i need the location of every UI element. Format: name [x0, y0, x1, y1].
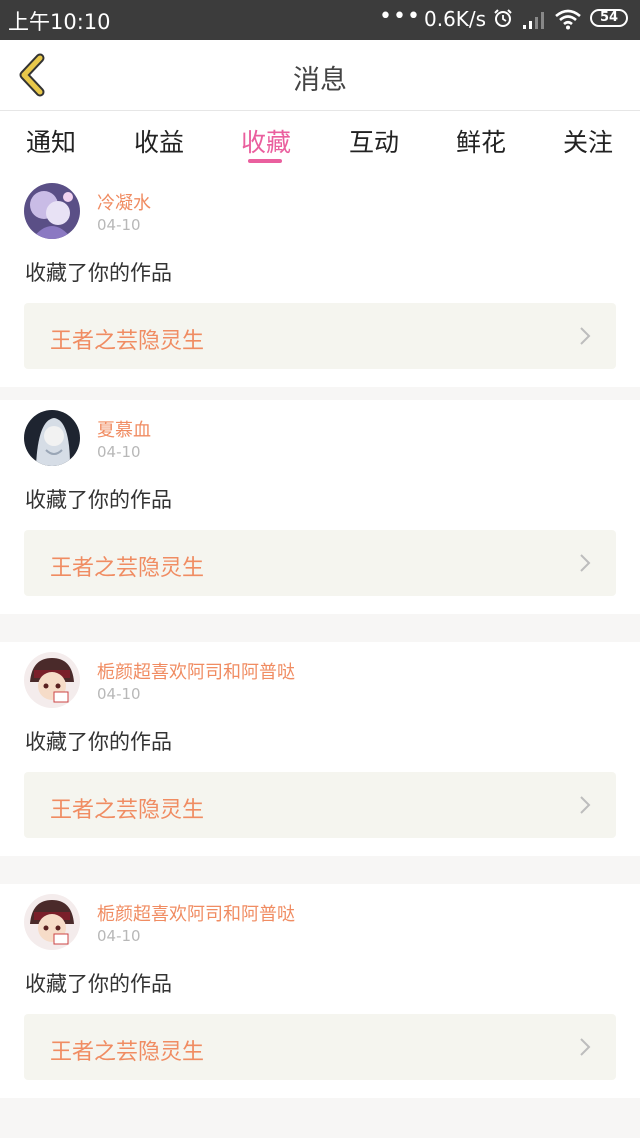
work-link[interactable]: 王者之芸隐灵生: [24, 1014, 616, 1080]
work-title: 王者之芸隐灵生: [50, 329, 205, 354]
username[interactable]: 栀颜超喜欢阿司和阿普哒: [97, 658, 295, 684]
chevron-right-icon: [580, 554, 591, 572]
battery-icon: 54: [590, 9, 628, 27]
header: 消息: [0, 40, 640, 111]
avatar[interactable]: [24, 410, 80, 466]
network-speed: 0.6K/s: [424, 7, 487, 31]
tab-interactions[interactable]: 互动: [334, 123, 414, 159]
message-item: 栀颜超喜欢阿司和阿普哒 04-10 收藏了你的作品 王者之芸隐灵生: [0, 884, 640, 1098]
username[interactable]: 栀颜超喜欢阿司和阿普哒: [97, 900, 295, 926]
work-title: 王者之芸隐灵生: [50, 798, 205, 823]
username[interactable]: 夏慕血: [97, 416, 151, 442]
alarm-icon: [494, 9, 512, 27]
signal-icon: [523, 12, 544, 29]
status-bar: 上午10:10 ••• 0.6K/s 54: [0, 0, 640, 40]
work-link[interactable]: 王者之芸隐灵生: [24, 303, 616, 369]
tab-bar: 通知 收益 收藏 互动 鲜花 关注: [0, 111, 640, 173]
message-item: 栀颜超喜欢阿司和阿普哒 04-10 收藏了你的作品 王者之芸隐灵生: [0, 642, 640, 856]
more-dots-icon: •••: [379, 4, 421, 29]
chevron-right-icon: [580, 327, 591, 345]
message-date: 04-10: [97, 216, 141, 234]
avatar[interactable]: [24, 652, 80, 708]
avatar[interactable]: [24, 894, 80, 950]
active-tab-indicator: [248, 159, 282, 163]
message-item: 夏慕血 04-10 收藏了你的作品 王者之芸隐灵生: [0, 400, 640, 614]
page-title: 消息: [293, 65, 347, 96]
tab-flowers[interactable]: 鲜花: [441, 123, 521, 159]
avatar[interactable]: [24, 183, 80, 239]
work-link[interactable]: 王者之芸隐灵生: [24, 772, 616, 838]
message-text: 收藏了你的作品: [25, 488, 172, 512]
wifi-icon: [555, 9, 581, 30]
work-link[interactable]: 王者之芸隐灵生: [24, 530, 616, 596]
message-text: 收藏了你的作品: [25, 261, 172, 285]
status-time: 上午10:10: [8, 10, 111, 34]
tab-follows[interactable]: 关注: [548, 123, 628, 159]
message-text: 收藏了你的作品: [25, 730, 172, 754]
message-item: 冷凝水 04-10 收藏了你的作品 王者之芸隐灵生: [0, 173, 640, 387]
tab-favorites[interactable]: 收藏: [226, 123, 306, 159]
chevron-right-icon: [580, 1038, 591, 1056]
work-title: 王者之芸隐灵生: [50, 556, 205, 581]
chevron-right-icon: [580, 796, 591, 814]
message-date: 04-10: [97, 685, 141, 703]
message-date: 04-10: [97, 443, 141, 461]
message-date: 04-10: [97, 927, 141, 945]
username[interactable]: 冷凝水: [97, 189, 151, 215]
message-text: 收藏了你的作品: [25, 972, 172, 996]
tab-notifications[interactable]: 通知: [11, 123, 91, 159]
work-title: 王者之芸隐灵生: [50, 1040, 205, 1065]
tab-earnings[interactable]: 收益: [119, 123, 199, 159]
